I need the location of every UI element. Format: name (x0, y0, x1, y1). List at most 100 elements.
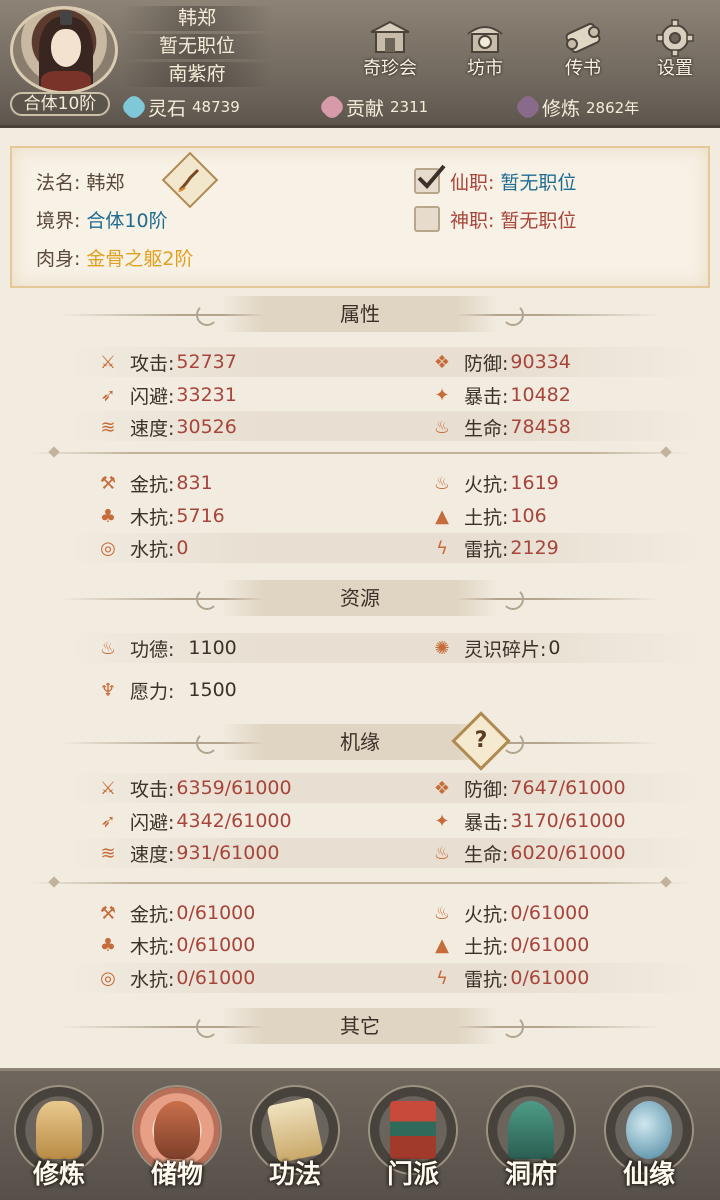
contribution-icon (317, 92, 347, 122)
rename-brush-icon[interactable] (161, 151, 219, 209)
critical-value: 10482 (510, 384, 571, 406)
cave-dwelling-icon (508, 1101, 554, 1159)
gear-icon (652, 18, 698, 58)
attack-icon: ⚔ (99, 777, 117, 799)
wood-resist-icon: ♣ (99, 505, 117, 527)
fortune-life-stat: ♨ 生命: 6020/61000 (430, 838, 626, 868)
water-resist-icon: ◎ (100, 537, 116, 559)
fortune-defense-stat: ❖ 防御: 7647/61000 (430, 773, 626, 803)
divine-post-label: 神职: (450, 210, 495, 232)
life-icon: ♨ (433, 416, 451, 438)
water-resist-icon: ◎ (100, 967, 116, 989)
fortune-speed-stat: ≋ 速度: 931/61000 (96, 838, 279, 868)
fortune-wood-resist-stat: ♣ 木抗: 0/61000 (96, 930, 255, 960)
fortune-fire-resist-label: 火抗: (464, 903, 509, 926)
player-avatar[interactable] (10, 6, 118, 94)
fortune-attack-stat: ⚔ 攻击: 6359/61000 (96, 773, 292, 803)
player-position: 暂无职位 (122, 34, 272, 59)
nav-storage-label: 储物 (150, 1160, 203, 1190)
earth-resist-icon: ▲ (435, 934, 449, 956)
nav-immortal-fate-label: 仙缘 (622, 1160, 675, 1190)
divine-post-checkbox[interactable] (414, 206, 440, 232)
fortune-dodge-value: 4342/61000 (176, 810, 292, 832)
defense-value: 90334 (510, 351, 571, 373)
contribution-value: 2311 (390, 98, 429, 116)
settings-button[interactable]: 设置 (640, 18, 710, 80)
fire-resist-value: 1619 (510, 472, 559, 494)
fortune-dodge-stat: ➶ 闪避: 4342/61000 (96, 806, 292, 836)
player-residence: 南紫府 (122, 62, 272, 87)
character-info-panel: 法名: 韩郑 境界: 合体10阶 肉身: 金骨之躯2阶 仙职: 暂无职位 神职: 暂无职位 (10, 146, 710, 288)
speed-icon: ≋ (100, 842, 116, 864)
thunder-resist-label: 雷抗: (464, 538, 509, 561)
fire-resist-stat: ♨ 火抗: 1619 (430, 468, 559, 498)
cultivation-label: 修炼 (542, 97, 581, 120)
nav-technique[interactable]: 功法 (240, 1085, 350, 1197)
question-mark-icon: ? (474, 728, 488, 753)
defense-icon: ❖ (433, 351, 451, 373)
speed-value: 30526 (176, 416, 237, 438)
wood-resist-icon: ♣ (99, 934, 117, 956)
wish-power-icon: ♆ (99, 679, 117, 701)
dodge-icon: ➶ (100, 810, 116, 832)
fortune-dodge-label: 闪避: (130, 811, 175, 834)
cultivation-value: 2862年 (586, 98, 640, 117)
nav-sect-label: 门派 (386, 1160, 439, 1190)
contribution-counter: 贡献 2311 (317, 92, 429, 122)
dodge-value: 33231 (176, 384, 237, 406)
water-resist-stat: ◎ 水抗: 0 (96, 533, 188, 563)
fortune-earth-resist-stat: ▲ 土抗: 0/61000 (430, 930, 589, 960)
market-button[interactable]: 坊市 (450, 18, 520, 80)
nav-technique-label: 功法 (268, 1160, 321, 1190)
immortal-post-label: 仙职: (450, 172, 495, 194)
fortune-earth-resist-label: 土抗: (464, 935, 509, 958)
divider (30, 882, 690, 884)
divine-post-value: 暂无职位 (500, 210, 577, 232)
dharma-name-row: 法名: 韩郑 (36, 168, 124, 195)
scroll-icon (560, 18, 606, 58)
fortune-metal-resist-stat: ⚒ 金抗: 0/61000 (96, 898, 255, 928)
nav-storage[interactable]: 储物 (122, 1085, 232, 1197)
water-resist-label: 水抗: (130, 538, 175, 561)
letters-button[interactable]: 传书 (548, 18, 618, 80)
cultivate-icon (36, 1101, 82, 1159)
fire-resist-icon: ♨ (433, 902, 451, 924)
soul-fragment-value: 0 (548, 637, 561, 659)
body-row: 肉身: 金骨之躯2阶 (36, 244, 194, 271)
speed-label: 速度: (130, 417, 175, 440)
fortune-wood-resist-label: 木抗: (130, 935, 175, 958)
realm-badge: 合体10阶 (10, 92, 110, 116)
critical-label: 暴击: (464, 385, 509, 408)
dharma-name-label: 法名: (36, 172, 81, 194)
realm-value: 合体10阶 (86, 210, 168, 232)
earth-resist-label: 土抗: (464, 506, 509, 529)
resources-title: 资源 (222, 580, 498, 616)
top-bar: 合体10阶 韩郑 暂无职位 南紫府 奇珍会 坊市 传书 设置 灵石 48739 … (0, 0, 720, 128)
divider (30, 452, 690, 454)
dodge-stat: ➶ 闪避: 33231 (96, 380, 237, 410)
fortune-attack-value: 6359/61000 (176, 777, 292, 799)
earth-resist-stat: ▲ 土抗: 106 (430, 501, 547, 531)
attack-icon: ⚔ (99, 351, 117, 373)
life-value: 78458 (510, 416, 571, 438)
nav-immortal-fate[interactable]: 仙缘 (594, 1085, 704, 1197)
merit-stat: ♨ 功德: 1100 (96, 633, 237, 663)
immortal-post-value: 暂无职位 (500, 172, 577, 194)
fortune-thunder-resist-value: 0/61000 (510, 967, 590, 989)
player-name: 韩郑 (122, 6, 272, 31)
fortune-water-resist-value: 0/61000 (176, 967, 256, 989)
cultivation-icon (513, 92, 543, 122)
nav-cave[interactable]: 洞府 (476, 1085, 586, 1197)
fortune-fire-resist-value: 0/61000 (510, 902, 590, 924)
fortune-water-resist-label: 水抗: (130, 968, 175, 991)
attack-stat: ⚔ 攻击: 52737 (96, 347, 237, 377)
speed-stat: ≋ 速度: 30526 (96, 412, 237, 442)
nav-cultivate[interactable]: 修炼 (4, 1085, 114, 1197)
treasure-pavilion-button[interactable]: 奇珍会 (355, 18, 425, 80)
nav-sect[interactable]: 门派 (358, 1085, 468, 1197)
fortune-thunder-resist-stat: ϟ 雷抗: 0/61000 (430, 963, 589, 993)
divine-post-row: 神职: 暂无职位 (450, 206, 576, 233)
life-stat: ♨ 生命: 78458 (430, 412, 571, 442)
realm-label: 境界: (36, 210, 81, 232)
immortal-post-checkbox[interactable] (414, 164, 446, 194)
